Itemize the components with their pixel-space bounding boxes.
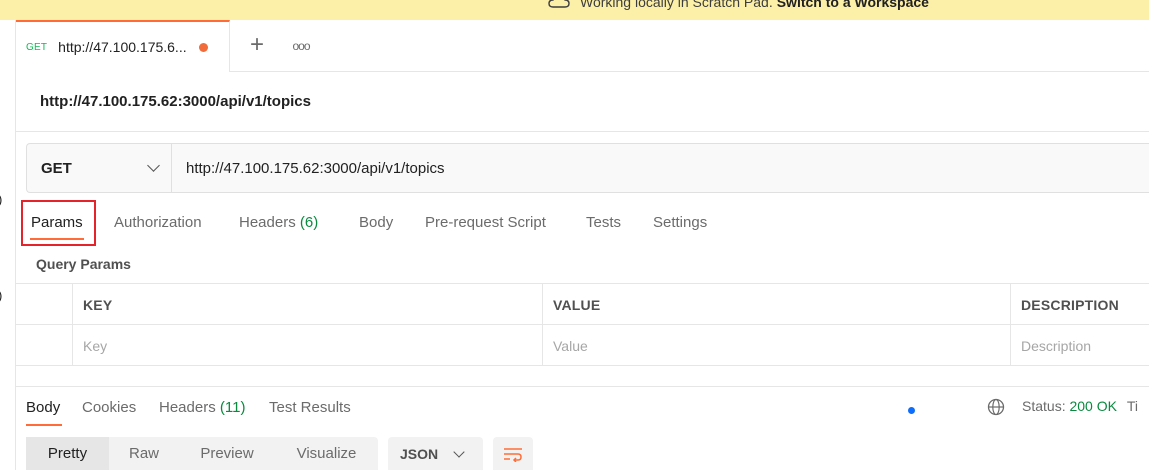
banner-text: Working locally in Scratch Pad. (580, 0, 773, 10)
view-preview-button[interactable]: Preview (179, 437, 275, 470)
more-tabs-button[interactable]: ooo (289, 34, 313, 58)
method-select-value: GET (41, 159, 72, 177)
tab-bar: GET http://47.100.175.6... + ooo (16, 20, 1149, 72)
globe-icon[interactable] (987, 398, 1005, 416)
tab-headers[interactable]: Headers (6) (239, 214, 318, 231)
gutter-mark: ) (0, 288, 4, 303)
request-header: http://47.100.175.62:3000/api/v1/topics (16, 72, 1149, 132)
wrap-lines-button[interactable] (493, 437, 533, 470)
switch-workspace-link[interactable]: Switch to a Workspace (777, 0, 929, 10)
tab-settings[interactable]: Settings (653, 214, 707, 231)
scratch-pad-banner: Working locally in Scratch Pad. Switch t… (0, 0, 1149, 20)
tab-tests[interactable]: Tests (586, 214, 621, 231)
response-view-toggle: Pretty Raw Preview Visualize (26, 437, 378, 470)
table-header-row: KEY VALUE DESCRIPTION (16, 284, 1149, 325)
url-bar: GET http://47.100.175.62:3000/api/v1/top… (26, 143, 1149, 193)
tab-title: http://47.100.175.6... (58, 39, 187, 55)
active-response-tab-indicator (26, 424, 62, 426)
tab-authorization[interactable]: Authorization (114, 214, 202, 231)
response-headers-label: Headers (159, 399, 216, 416)
query-params-title: Query Params (36, 256, 131, 272)
column-header-value: VALUE (542, 284, 1010, 325)
method-select[interactable]: GET (27, 144, 172, 192)
view-visualize-button[interactable]: Visualize (275, 437, 378, 470)
view-raw-button[interactable]: Raw (109, 437, 179, 470)
response-tab-headers[interactable]: Headers (11) (159, 399, 245, 416)
key-input[interactable]: Key (72, 325, 542, 366)
tab-body[interactable]: Body (359, 214, 393, 231)
request-tabs: Params Authorization Headers (6) Body Pr… (16, 200, 1149, 246)
response-tab-body[interactable]: Body (26, 399, 60, 416)
row-checkbox-cell (16, 325, 72, 366)
response-tab-test-results[interactable]: Test Results (269, 399, 351, 416)
column-header-description: DESCRIPTION (1010, 284, 1149, 325)
request-tab[interactable]: GET http://47.100.175.6... (16, 20, 230, 72)
view-pretty-button[interactable]: Pretty (26, 437, 109, 470)
response-tabs: Body Cookies Headers (11) Test Results (16, 386, 1149, 426)
table-row: Key Value Description (16, 325, 1149, 366)
column-header-key: KEY (72, 284, 542, 325)
notification-dot (908, 407, 915, 414)
description-input[interactable]: Description (1010, 325, 1149, 366)
value-input[interactable]: Value (542, 325, 1010, 366)
params-highlight-box (21, 200, 96, 246)
url-input[interactable]: http://47.100.175.62:3000/api/v1/topics (172, 144, 1149, 192)
wrap-lines-icon (504, 447, 522, 462)
new-tab-button[interactable]: + (244, 31, 270, 58)
left-gutter (0, 20, 16, 470)
format-select[interactable]: JSON (388, 437, 483, 470)
response-status: Status: 200 OK Ti (1022, 398, 1138, 414)
tab-headers-label: Headers (239, 214, 296, 231)
gutter-mark: ) (0, 192, 4, 207)
query-params-table: KEY VALUE DESCRIPTION Key Value Descript… (16, 283, 1149, 367)
request-name[interactable]: http://47.100.175.62:3000/api/v1/topics (40, 93, 311, 110)
tab-method-label: GET (26, 41, 48, 53)
format-select-value: JSON (400, 445, 439, 462)
cloud-off-icon (548, 0, 570, 8)
status-time-truncated: Ti (1126, 398, 1139, 414)
status-code[interactable]: 200 OK (1069, 398, 1116, 414)
tab-pre-request-script[interactable]: Pre-request Script (425, 214, 546, 231)
unsaved-dot-icon (198, 42, 208, 52)
chevron-down-icon (453, 446, 465, 458)
response-tab-cookies[interactable]: Cookies (82, 399, 136, 416)
status-label: Status: (1022, 398, 1066, 414)
chevron-down-icon (147, 159, 160, 172)
tab-headers-count: (6) (299, 214, 319, 231)
checkbox-column-header (16, 284, 72, 325)
response-headers-count: (11) (219, 399, 246, 416)
